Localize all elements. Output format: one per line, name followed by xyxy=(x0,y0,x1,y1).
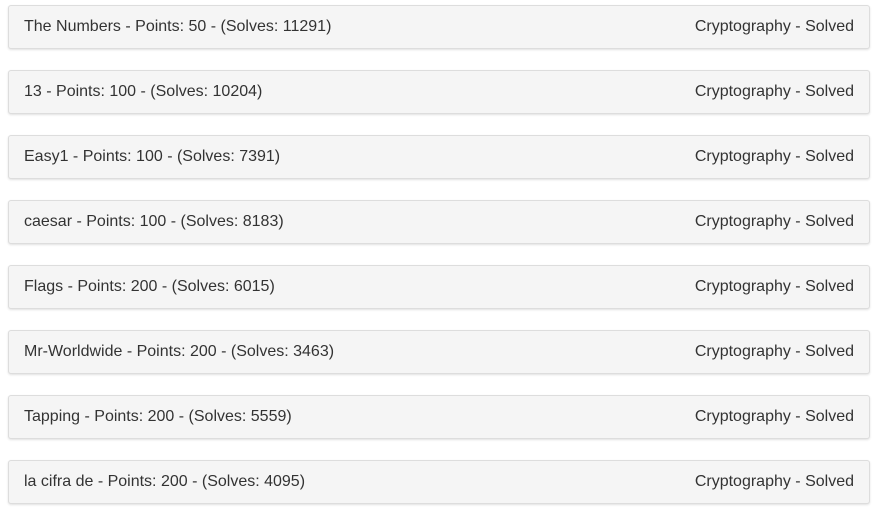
challenge-status: Cryptography - Solved xyxy=(694,83,854,100)
challenge-row-easy1[interactable]: Easy1 - Points: 100 - (Solves: 7391) Cry… xyxy=(8,135,870,179)
challenge-status: Cryptography - Solved xyxy=(694,278,854,295)
challenge-list: The Numbers - Points: 50 - (Solves: 1129… xyxy=(8,5,870,525)
challenge-title: Mr-Worldwide - Points: 200 - (Solves: 34… xyxy=(24,343,335,360)
challenge-title: caesar - Points: 100 - (Solves: 8183) xyxy=(24,213,284,230)
challenge-status: Cryptography - Solved xyxy=(694,408,854,425)
challenge-row-tapping[interactable]: Tapping - Points: 200 - (Solves: 5559) C… xyxy=(8,395,870,439)
challenge-row-the-numbers[interactable]: The Numbers - Points: 50 - (Solves: 1129… xyxy=(8,5,870,49)
challenge-title: The Numbers - Points: 50 - (Solves: 1129… xyxy=(24,18,332,35)
challenge-title: Easy1 - Points: 100 - (Solves: 7391) xyxy=(24,148,281,165)
challenge-status: Cryptography - Solved xyxy=(694,343,854,360)
challenge-status: Cryptography - Solved xyxy=(694,18,854,35)
challenge-title: 13 - Points: 100 - (Solves: 10204) xyxy=(24,83,263,100)
challenge-row-mr-worldwide[interactable]: Mr-Worldwide - Points: 200 - (Solves: 34… xyxy=(8,330,870,374)
challenge-title: Flags - Points: 200 - (Solves: 6015) xyxy=(24,278,275,295)
challenge-status: Cryptography - Solved xyxy=(694,148,854,165)
challenge-title: la cifra de - Points: 200 - (Solves: 409… xyxy=(24,473,306,490)
challenge-status: Cryptography - Solved xyxy=(694,473,854,490)
challenge-row-la-cifra-de[interactable]: la cifra de - Points: 200 - (Solves: 409… xyxy=(8,460,870,504)
challenge-title: Tapping - Points: 200 - (Solves: 5559) xyxy=(24,408,292,425)
challenge-status: Cryptography - Solved xyxy=(694,213,854,230)
challenge-row-flags[interactable]: Flags - Points: 200 - (Solves: 6015) Cry… xyxy=(8,265,870,309)
challenge-row-caesar[interactable]: caesar - Points: 100 - (Solves: 8183) Cr… xyxy=(8,200,870,244)
challenge-row-13[interactable]: 13 - Points: 100 - (Solves: 10204) Crypt… xyxy=(8,70,870,114)
